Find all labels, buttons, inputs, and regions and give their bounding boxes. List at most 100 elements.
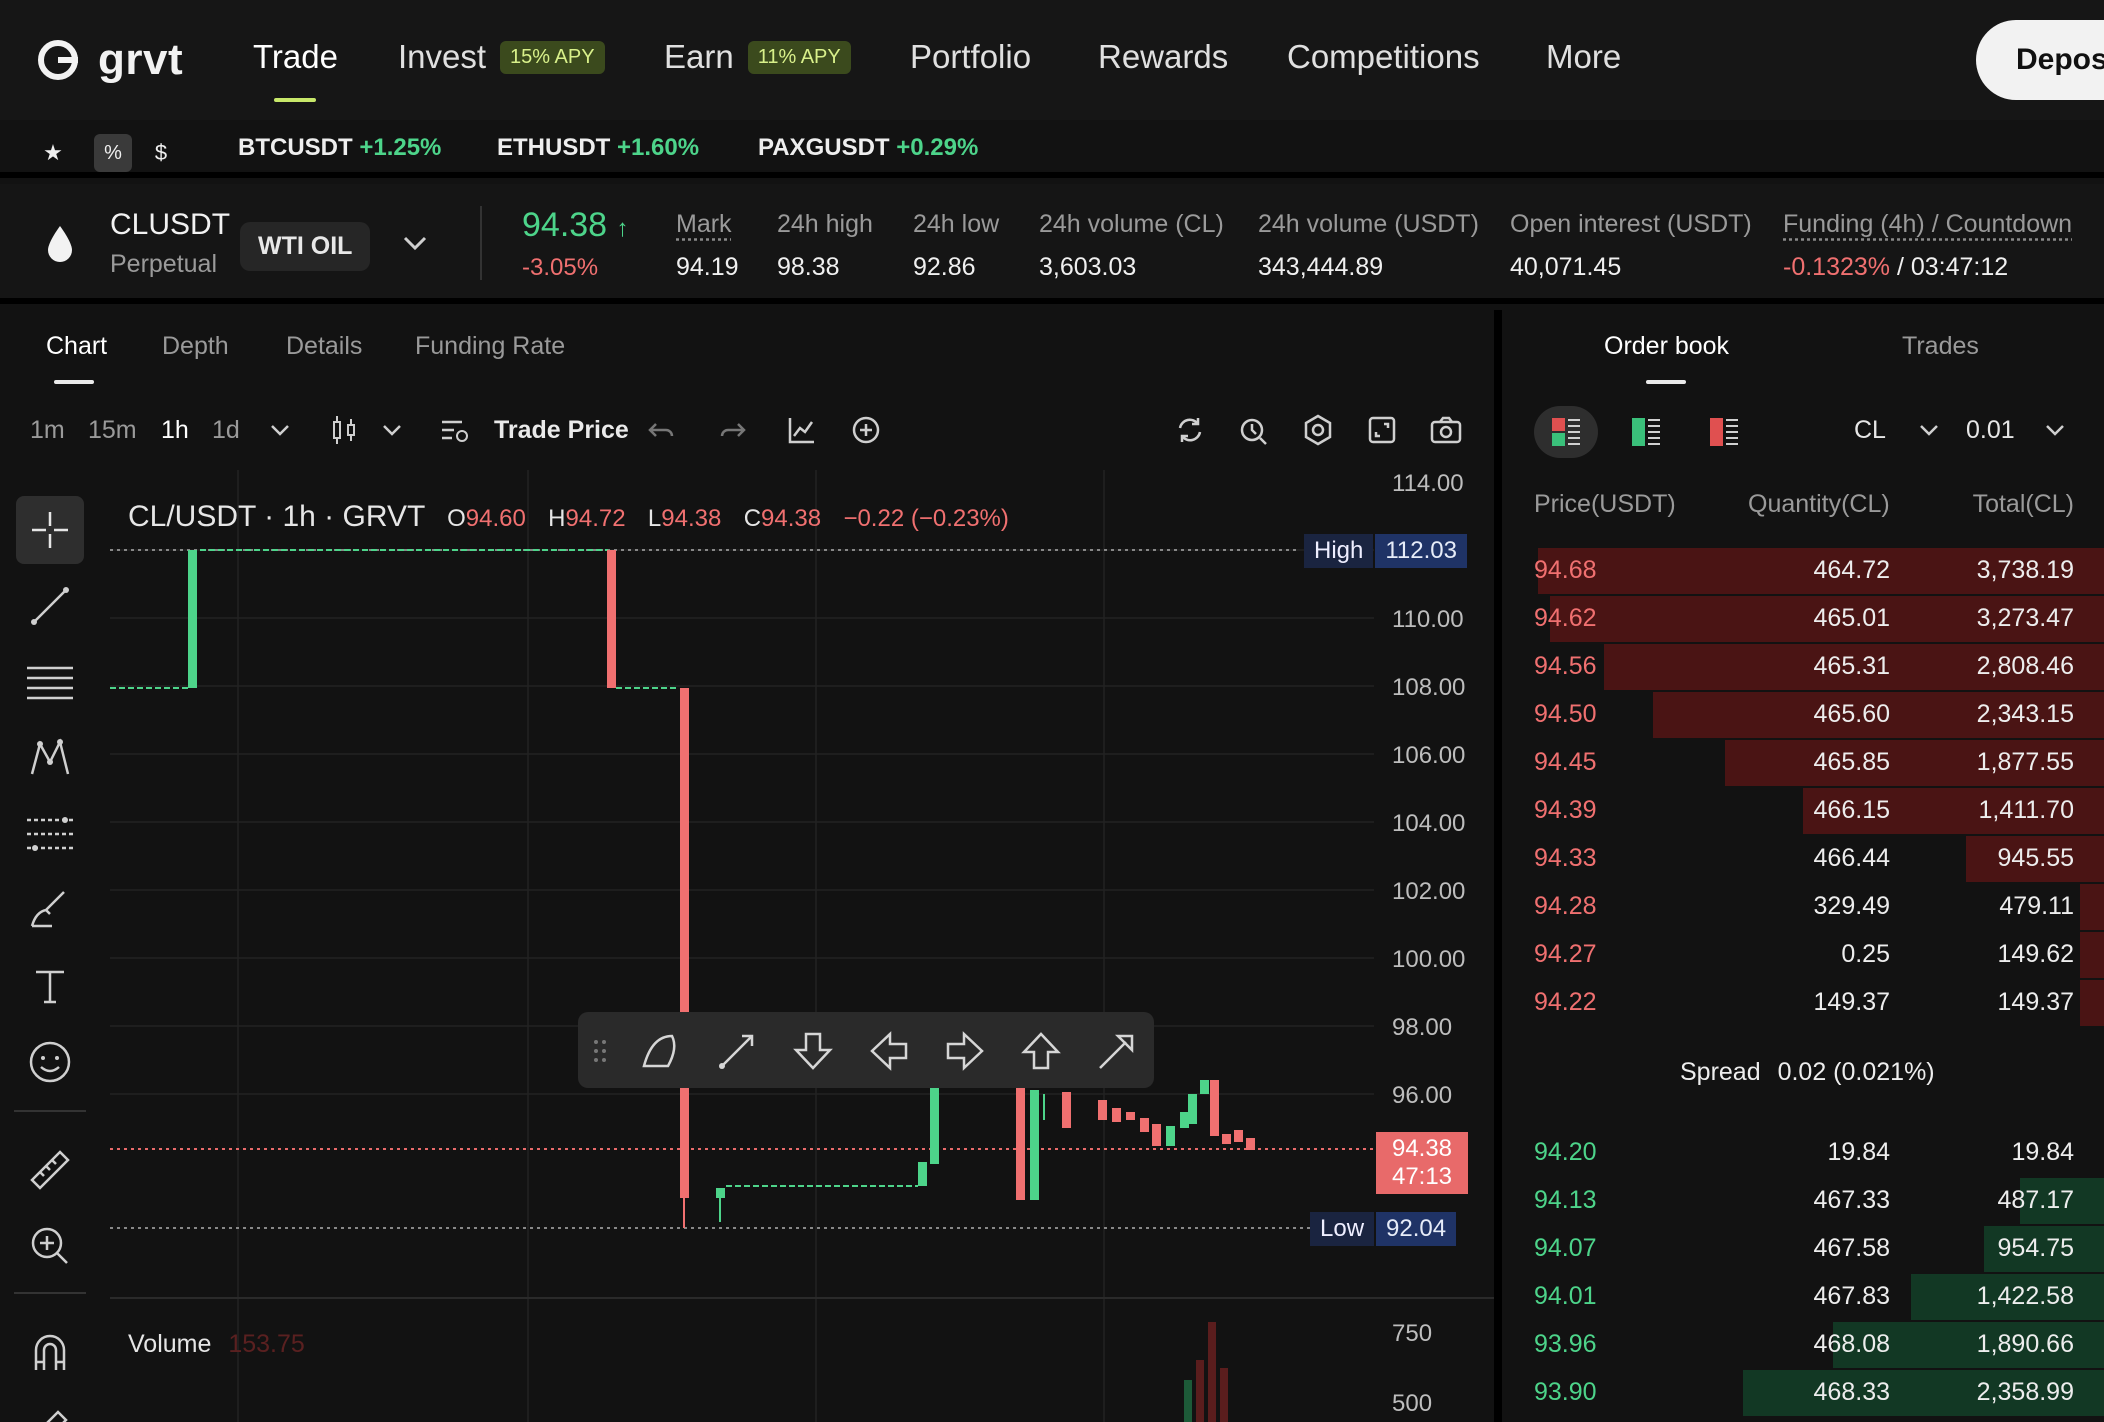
nav-rewards-label: Rewards: [1098, 38, 1229, 75]
bid-row[interactable]: 94.20 19.84 19.84: [1502, 1128, 2104, 1176]
ask-row[interactable]: 94.56 465.31 2,808.46: [1502, 642, 2104, 690]
ticker-change: +1.60%: [617, 134, 700, 161]
stat-value: 40,071.45: [1510, 253, 1622, 281]
stat-mark: Mark 94.19: [676, 210, 739, 282]
ticker-item-paxgusdt[interactable]: PAXGUSDT +0.29%: [758, 134, 978, 162]
nav-portfolio[interactable]: Portfolio: [910, 38, 1031, 76]
nav-invest[interactable]: Invest 15% APY: [398, 38, 605, 76]
step-selector-value: 0.01: [1966, 416, 2015, 444]
favorites-star-icon[interactable]: ★: [34, 134, 72, 172]
ask-price: 94.22: [1534, 988, 1597, 1016]
deposit-button[interactable]: Deposi: [1976, 20, 2104, 100]
price-change: -3.05%: [522, 254, 599, 281]
nav-more[interactable]: More: [1546, 38, 1621, 76]
ask-row[interactable]: 94.27 0.25 149.62: [1502, 930, 2104, 978]
stat-value: 92.86: [913, 253, 976, 281]
arrow-down-icon[interactable]: [792, 1030, 834, 1072]
view-bids-button[interactable]: [1614, 406, 1678, 458]
ticker-bar: ★ % $ BTCUSDT +1.25% ETHUSDT +1.60% PAXG…: [0, 120, 2104, 178]
bid-row[interactable]: 94.01 467.83 1,422.58: [1502, 1272, 2104, 1320]
ask-row[interactable]: 94.39 466.15 1,411.70: [1502, 786, 2104, 834]
ask-price: 94.56: [1534, 652, 1597, 680]
high-tag-label: High: [1304, 534, 1374, 568]
stat-24h-volume-usdt: 24h volume (USDT) 343,444.89: [1258, 210, 1479, 282]
arrow-up-icon[interactable]: [1020, 1030, 1062, 1072]
bid-price: 94.20: [1534, 1138, 1597, 1166]
ask-total: 3,273.47: [1976, 604, 2074, 632]
ask-total: 149.37: [1997, 988, 2074, 1016]
step-selector[interactable]: 0.01: [1966, 416, 2066, 445]
stat-open-interest: Open interest (USDT) 40,071.45: [1510, 210, 1752, 282]
last-price-tag-price: 94.38: [1391, 1135, 1453, 1162]
instrument-bar: CLUSDT Perpetual WTI OIL 94.38 ↑ -3.05% …: [0, 184, 2104, 304]
bid-row[interactable]: 94.13 467.33 487.17: [1502, 1176, 2104, 1224]
orderbook-bids-icon: [1632, 418, 1660, 446]
axis-label: 114.00: [1392, 470, 1464, 497]
ask-row[interactable]: 94.62 465.01 3,273.47: [1502, 594, 2104, 642]
ticker-item-btcusdt[interactable]: BTCUSDT +1.25%: [238, 134, 441, 162]
tab-order-book[interactable]: Order book: [1604, 332, 1729, 361]
ask-total: 3,738.19: [1976, 556, 2074, 584]
chart-grid: [110, 470, 1374, 1422]
bid-row[interactable]: 93.90 468.33 2,358.99: [1502, 1368, 2104, 1416]
axis-label: 106.00: [1392, 742, 1466, 769]
bid-row[interactable]: 93.96 468.08 1,890.66: [1502, 1320, 2104, 1368]
panel-splitter[interactable]: [1494, 310, 1502, 1422]
tab-trades[interactable]: Trades: [1902, 332, 1979, 361]
stat-value: 3,603.03: [1039, 253, 1137, 281]
view-both-button[interactable]: [1534, 406, 1598, 458]
curve-icon[interactable]: [640, 1030, 682, 1072]
nav-competitions[interactable]: Competitions: [1287, 38, 1480, 76]
ohlc-close: C94.38: [743, 505, 822, 532]
nav-trade[interactable]: Trade: [253, 38, 338, 76]
bid-quantity: 468.33: [1813, 1378, 1890, 1406]
volume-label: Volume: [128, 1330, 212, 1358]
ask-price: 94.33: [1534, 844, 1597, 872]
stat-value: -0.1323% / 03:47:12: [1783, 253, 2072, 282]
candlestick-chart[interactable]: [0, 310, 1494, 1422]
bid-row[interactable]: 94.07 467.58 954.75: [1502, 1224, 2104, 1272]
chart-title: CL/USDT · 1h · GRVT: [128, 500, 425, 533]
arrow-left-icon[interactable]: [868, 1030, 910, 1072]
stat-label: 24h high: [777, 210, 873, 238]
view-asks-button[interactable]: [1692, 406, 1756, 458]
bid-price: 94.07: [1534, 1234, 1597, 1262]
arrow-marker-icon[interactable]: [1096, 1030, 1138, 1072]
ticker-symbol: PAXGUSDT: [758, 134, 890, 161]
ask-quantity: 149.37: [1813, 988, 1890, 1016]
arrow-line-icon[interactable]: [716, 1030, 758, 1072]
volume-legend: Volume 153.75: [128, 1330, 305, 1359]
nav-portfolio-label: Portfolio: [910, 38, 1032, 75]
stat-label: 24h low: [913, 210, 1000, 238]
last-price-tag-countdown: 47:13: [1391, 1163, 1453, 1190]
ask-row[interactable]: 94.50 465.60 2,343.15: [1502, 690, 2104, 738]
nav-earn[interactable]: Earn 11% APY: [664, 38, 851, 76]
axis-label: 96.00: [1392, 1082, 1453, 1109]
ask-row[interactable]: 94.22 149.37 149.37: [1502, 978, 2104, 1026]
ask-row[interactable]: 94.33 466.44 945.55: [1502, 834, 2104, 882]
drag-handle-icon[interactable]: [590, 1030, 610, 1072]
ask-row[interactable]: 94.28 329.49 479.11: [1502, 882, 2104, 930]
ask-row[interactable]: 94.68 464.72 3,738.19: [1502, 546, 2104, 594]
ask-price: 94.27: [1534, 940, 1597, 968]
nav-trade-label: Trade: [253, 38, 338, 75]
stat-label[interactable]: Mark: [676, 210, 739, 239]
ask-row[interactable]: 94.45 465.85 1,877.55: [1502, 738, 2104, 786]
ask-price: 94.68: [1534, 556, 1597, 584]
dollar-toggle-icon[interactable]: $: [142, 134, 180, 172]
ticker-item-ethusdt[interactable]: ETHUSDT +1.60%: [497, 134, 699, 162]
instrument-type: Perpetual: [110, 250, 218, 278]
stat-label[interactable]: Funding (4h) / Countdown: [1783, 210, 2072, 239]
unit-selector[interactable]: CL: [1854, 416, 1940, 445]
bid-total: 1,890.66: [1976, 1330, 2074, 1358]
price-up-arrow-icon: ↑: [616, 215, 629, 242]
percent-toggle-icon[interactable]: %: [94, 134, 132, 172]
grvt-logo[interactable]: grvt: [36, 34, 183, 86]
arrow-right-icon[interactable]: [944, 1030, 986, 1072]
ask-quantity: 329.49: [1813, 892, 1890, 920]
axis-label: 110.00: [1392, 606, 1464, 633]
ask-total: 2,343.15: [1976, 700, 2074, 728]
instrument-chevron-down-icon[interactable]: [400, 228, 430, 258]
ask-depth-bar: [2079, 980, 2104, 1026]
nav-rewards[interactable]: Rewards: [1098, 38, 1228, 76]
